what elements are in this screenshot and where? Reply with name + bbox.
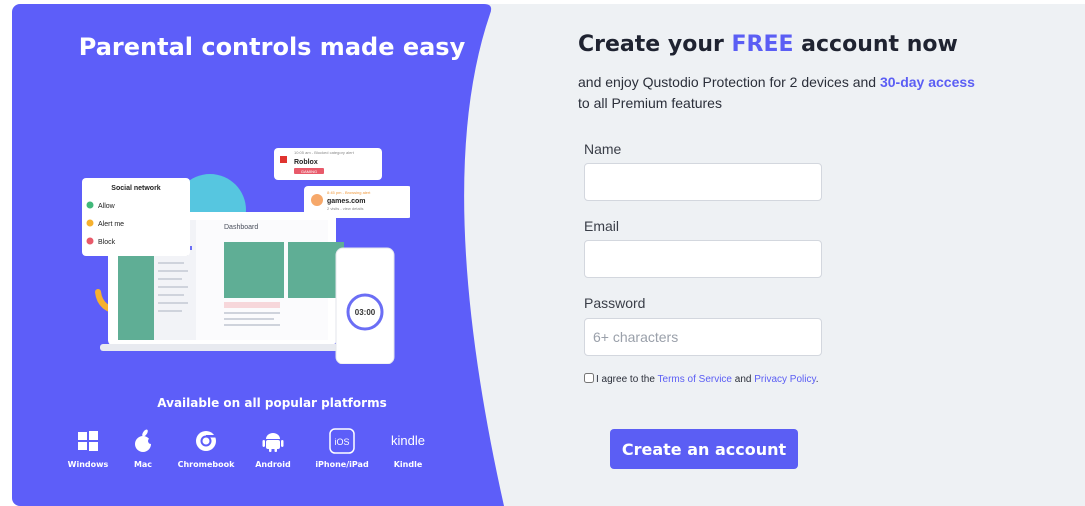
password-label: Password <box>584 295 646 311</box>
platform-kindle: kindle Kindle <box>373 428 443 469</box>
platform-mac: Mac <box>108 428 178 469</box>
social-block: Block <box>98 239 116 246</box>
email-label: Email <box>584 218 620 234</box>
product-illustration: Dashboard 03:00 Social network Allow Ale… <box>82 148 410 364</box>
kindle-icon: kindle <box>391 433 425 448</box>
form-subtitle: and enjoy Qustodio Protection for 2 devi… <box>578 72 978 114</box>
kindle-icon-text: kindle <box>391 433 425 448</box>
games-alert-detail: 2 visits - view details <box>327 206 363 211</box>
social-allow: Allow <box>98 203 116 210</box>
subtitle-text: and enjoy Qustodio Protection for 2 devi… <box>578 74 880 90</box>
password-input[interactable] <box>584 318 822 356</box>
android-icon <box>262 433 284 452</box>
social-card-title: Social network <box>111 185 161 192</box>
name-label: Name <box>584 141 622 157</box>
terms-agreement: I agree to the Terms of Service and Priv… <box>584 372 834 387</box>
platform-chromebook: Chromebook <box>171 428 241 469</box>
terms-checkbox[interactable] <box>584 373 594 383</box>
form-title: Create your FREE account now <box>578 32 958 57</box>
platform-android: Android <box>238 428 308 469</box>
chrome-icon <box>196 431 216 451</box>
timer-value: 03:00 <box>355 308 376 317</box>
roblox-alert-caption: 10:05 am - Blocked category alert <box>294 150 355 155</box>
roblox-alert-name: Roblox <box>294 159 318 166</box>
ios-icon-text: iOS <box>334 437 349 447</box>
hero-title: Parental controls made easy <box>78 33 466 61</box>
create-account-button[interactable]: Create an account <box>610 429 798 469</box>
platform-chromebook-label: Chromebook <box>177 460 235 469</box>
name-input[interactable] <box>584 163 822 201</box>
form-title-prefix: Create your <box>578 32 732 57</box>
roblox-alert-badge: GAMING <box>301 169 317 174</box>
form-title-free: FREE <box>731 32 794 57</box>
social-alert-me: Alert me <box>98 221 124 228</box>
subtitle-text-end: to all Premium features <box>578 95 722 111</box>
terms-and-text: and <box>732 374 755 385</box>
terms-end-text: . <box>815 374 819 385</box>
platform-mac-label: Mac <box>133 460 153 469</box>
form-title-suffix: account now <box>793 32 958 57</box>
ios-icon: iOS <box>329 428 355 454</box>
platform-ios: iOS iPhone/iPad <box>307 428 377 469</box>
games-alert-caption: 8:45 pm - Browsing alert <box>327 190 371 195</box>
platform-android-label: Android <box>255 460 291 469</box>
apple-icon <box>135 429 154 452</box>
signup-page: Parental controls made easy Dashboard 03… <box>12 4 1085 506</box>
platforms-title: Available on all popular platforms <box>157 396 387 410</box>
terms-text: I agree to the <box>596 374 658 385</box>
windows-icon <box>78 431 98 451</box>
platform-ios-label: iPhone/iPad <box>315 460 369 469</box>
dashboard-title: Dashboard <box>224 224 258 231</box>
platform-kindle-label: Kindle <box>393 460 423 469</box>
terms-of-service-link[interactable]: Terms of Service <box>658 374 732 385</box>
games-alert-name: games.com <box>327 198 366 205</box>
email-input[interactable] <box>584 240 822 278</box>
privacy-policy-link[interactable]: Privacy Policy <box>754 374 816 385</box>
subtitle-trial-highlight: 30-day access <box>879 74 975 90</box>
